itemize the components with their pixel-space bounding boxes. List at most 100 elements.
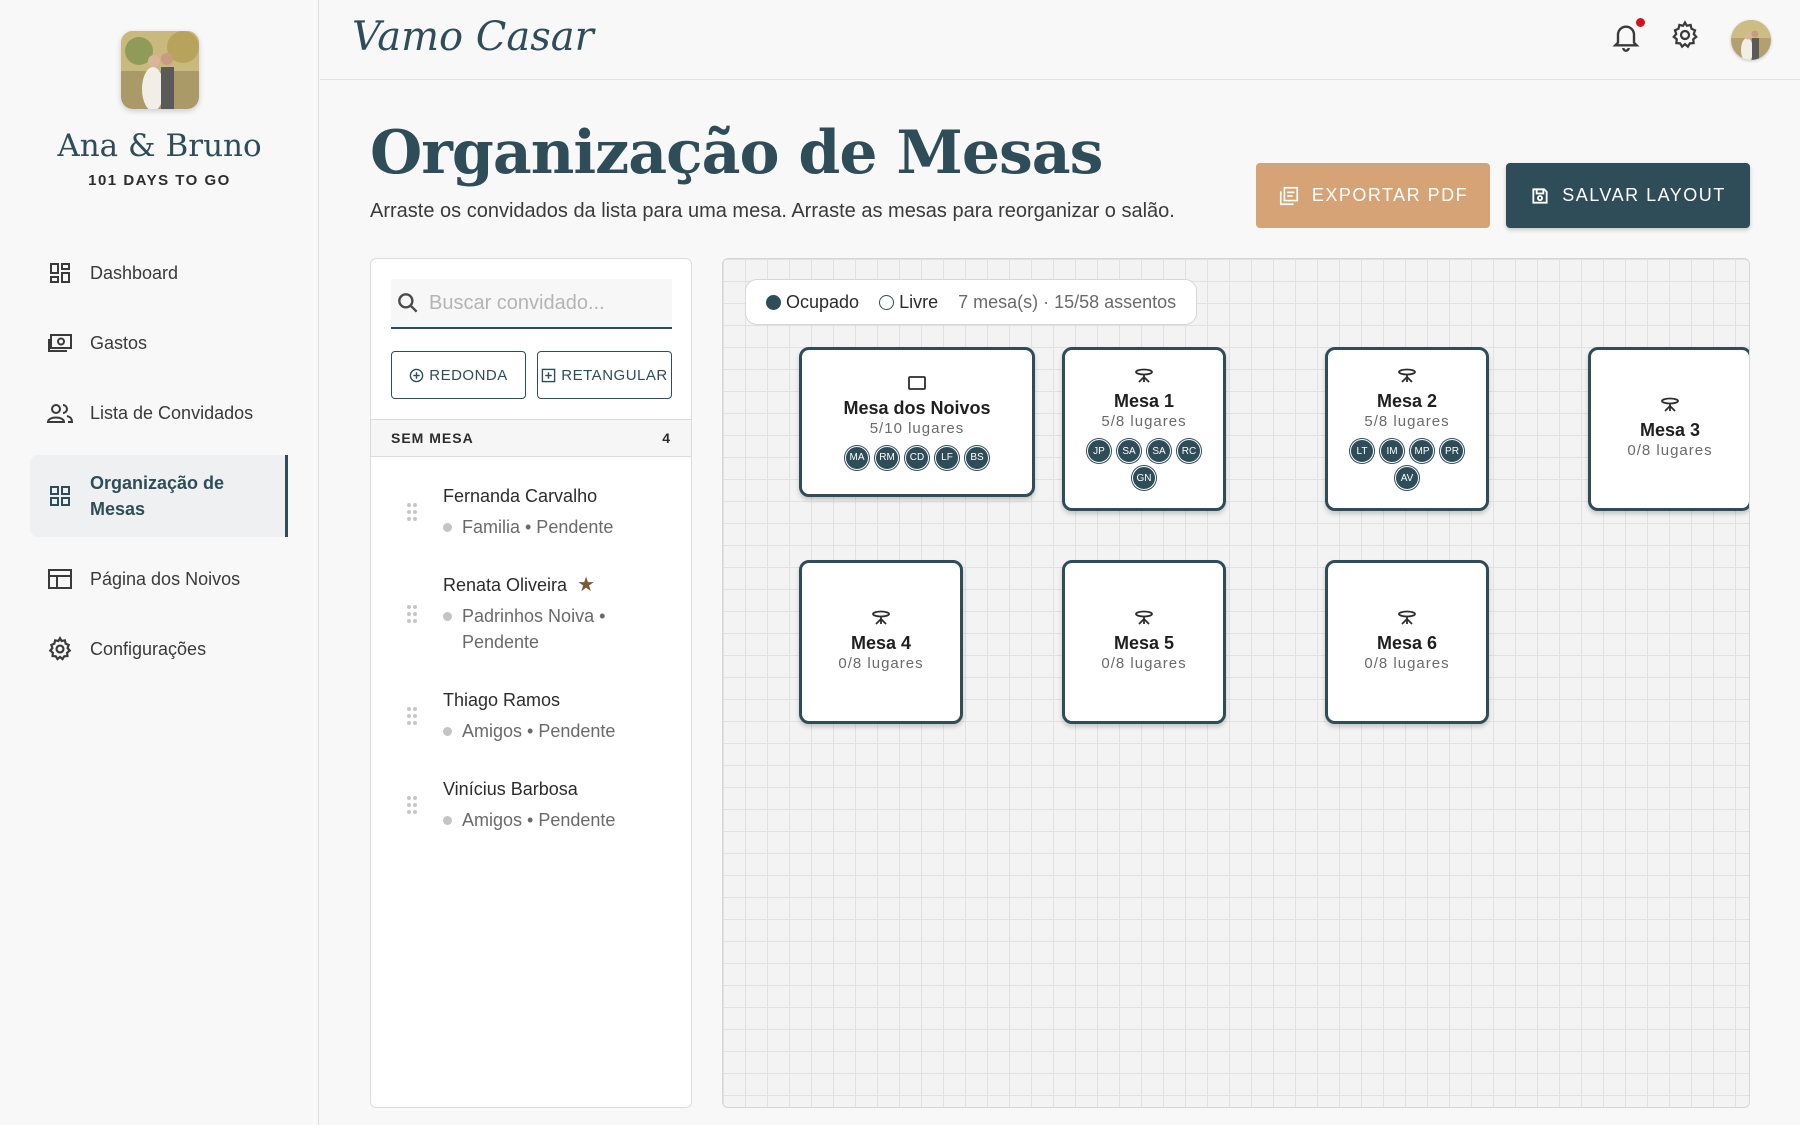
unassigned-header: SEM MESA 4 <box>371 419 691 457</box>
sidebar-item-configuracoes[interactable]: Configurações <box>30 621 288 677</box>
guest-meta: Amigos • Pendente <box>443 807 671 833</box>
table-name: Mesa 1 <box>1113 391 1175 411</box>
seat-avatar[interactable]: AV <box>1395 466 1419 490</box>
round-table-icon <box>1135 610 1153 625</box>
guest-meta-text: Padrinhos Noiva • Pendente <box>462 606 606 652</box>
seat-avatar[interactable]: PR <box>1440 439 1464 463</box>
round-table-icon <box>1398 368 1416 383</box>
sidebar-item-pagina-dos-noivos[interactable]: Página dos Noivos <box>30 551 288 607</box>
sidebar-item-gastos[interactable]: Gastos <box>30 315 288 371</box>
star-icon: ★ <box>577 574 595 596</box>
guest-panel: REDONDA RETANGULAR SEM MESA 4 Fernanda C… <box>370 258 692 1108</box>
sidebar-item-label: Página dos Noivos <box>90 569 241 589</box>
drag-handle-icon[interactable] <box>406 706 418 726</box>
table-name: Mesa 6 <box>1376 633 1438 653</box>
status-dot <box>443 727 452 736</box>
table-card[interactable]: Mesa 1 5/8 lugares JP SA SA RC GN <box>1062 347 1226 511</box>
sidebar-item-label: Lista de Convidados <box>90 403 254 423</box>
seat-avatar[interactable]: MA <box>845 445 869 470</box>
canvas-legend: Ocupado Livre 7 mesa(s) · 15/58 assentos <box>745 279 1198 325</box>
sidebar-item-label: Organização de Mesas <box>90 473 225 519</box>
legend-summary: 7 mesa(s) · 15/58 assentos <box>958 291 1177 312</box>
table-capacity: 0/8 lugares <box>838 655 924 672</box>
round-table-icon <box>1661 397 1679 412</box>
sidebar-item-label: Dashboard <box>90 263 179 283</box>
sidebar-item-organizacao-de-mesas[interactable]: Organização de Mesas <box>30 455 288 537</box>
grid-icon <box>46 482 74 510</box>
save-layout-label: SALVAR LAYOUT <box>1562 185 1726 205</box>
seat-avatar[interactable]: LF <box>935 445 959 470</box>
guest-name-text: Vinícius Barbosa <box>443 779 578 799</box>
guest-meta: Padrinhos Noiva • Pendente <box>443 603 671 655</box>
search-input[interactable] <box>429 291 659 315</box>
seat-avatar[interactable]: SA <box>1117 439 1141 463</box>
rectangular-table-icon <box>908 375 926 390</box>
guest-search <box>391 279 672 329</box>
guest-item[interactable]: Thiago Ramos Amigos • Pendente <box>371 671 691 760</box>
round-table-icon <box>1398 610 1416 625</box>
page-title: Organização de Mesas <box>370 118 1103 188</box>
seat-avatar[interactable]: LT <box>1350 439 1374 463</box>
add-square-icon <box>542 368 556 382</box>
sidebar: Ana & Bruno 101 DAYS TO GO Dashboard Gas… <box>0 0 319 1125</box>
export-pdf-label: EXPORTAR PDF <box>1311 185 1469 205</box>
drag-handle-icon[interactable] <box>406 604 418 624</box>
guest-item[interactable]: Renata Oliveira ★ Padrinhos Noiva • Pende… <box>371 556 691 671</box>
dashboard-icon <box>46 259 74 287</box>
seat-avatar[interactable]: IM <box>1380 439 1404 463</box>
status-dot <box>443 523 452 532</box>
money-icon <box>46 329 74 357</box>
guest-item[interactable]: Fernanda Carvalho Familia • Pendente <box>371 467 691 556</box>
add-rectangular-table-button[interactable]: RETANGULAR <box>537 351 672 399</box>
drag-handle-icon[interactable] <box>406 502 418 522</box>
save-layout-button[interactable]: SALVAR LAYOUT <box>1506 163 1750 228</box>
page-subtitle: Arraste os convidados da lista para uma … <box>370 200 1175 222</box>
table-seats: LT IM MP PR AV <box>1345 436 1469 490</box>
sidebar-item-dashboard[interactable]: Dashboard <box>30 245 288 301</box>
add-round-table-button[interactable]: REDONDA <box>391 351 526 399</box>
seating-canvas[interactable]: Ocupado Livre 7 mesa(s) · 15/58 assentos… <box>722 258 1750 1108</box>
add-circle-icon <box>409 368 424 382</box>
table-card[interactable]: Mesa dos Noivos 5/10 lugares MA RM CD LF… <box>799 347 1035 497</box>
user-avatar[interactable] <box>1731 20 1771 60</box>
guest-list: Fernanda Carvalho Familia • Pendente Ren… <box>371 467 691 849</box>
table-name: Mesa 2 <box>1376 391 1438 411</box>
table-card[interactable]: Mesa 5 0/8 lugares <box>1062 560 1226 724</box>
couple-name: Ana & Bruno <box>57 128 262 164</box>
table-card[interactable]: Mesa 6 0/8 lugares <box>1325 560 1489 724</box>
web-page-icon <box>46 565 74 593</box>
seat-avatar[interactable]: JP <box>1087 439 1111 463</box>
app-brand[interactable]: Vamo Casar <box>352 14 594 60</box>
seat-avatar[interactable]: GN <box>1132 466 1156 490</box>
search-icon <box>398 293 418 313</box>
seat-avatar[interactable]: SA <box>1147 439 1171 463</box>
table-card[interactable]: Mesa 4 0/8 lugares <box>799 560 963 724</box>
sidebar-item-lista-de-convidados[interactable]: Lista de Convidados <box>30 385 288 441</box>
table-capacity: 0/8 lugares <box>1627 442 1713 459</box>
save-icon <box>1532 187 1548 204</box>
table-name: Mesa 3 <box>1639 420 1701 440</box>
export-pdf-button[interactable]: EXPORTAR PDF <box>1256 163 1490 228</box>
seat-avatar[interactable]: BS <box>965 445 989 470</box>
guest-meta-text: Amigos • Pendente <box>462 810 616 830</box>
drag-handle-icon[interactable] <box>406 795 418 815</box>
guest-name-text: Thiago Ramos <box>443 690 561 710</box>
unassigned-count: 4 <box>662 430 671 446</box>
table-card[interactable]: Mesa 3 0/8 lugares <box>1588 347 1749 511</box>
sidebar-item-label: Configurações <box>90 639 207 659</box>
table-capacity: 5/10 lugares <box>869 419 965 437</box>
notification-badge <box>1636 18 1645 27</box>
seat-avatar[interactable]: RM <box>875 445 899 470</box>
seat-avatar[interactable]: RC <box>1177 439 1201 463</box>
people-icon <box>46 399 74 427</box>
add-round-label: REDONDA <box>429 366 508 384</box>
occupied-dot <box>766 294 781 310</box>
seat-avatar[interactable]: CD <box>905 445 929 470</box>
unassigned-label: SEM MESA <box>391 430 474 446</box>
gear-icon <box>46 635 74 663</box>
settings-gear-icon[interactable] <box>1670 20 1702 52</box>
guest-item[interactable]: Vinícius Barbosa Amigos • Pendente <box>371 760 691 849</box>
status-dot <box>443 612 452 621</box>
table-card[interactable]: Mesa 2 5/8 lugares LT IM MP PR AV <box>1325 347 1489 511</box>
seat-avatar[interactable]: MP <box>1410 439 1434 463</box>
